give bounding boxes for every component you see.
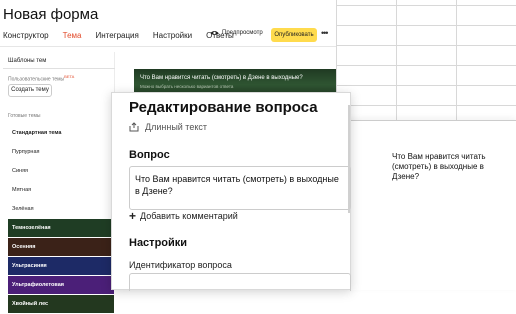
tab-constructor[interactable]: Конструктор — [3, 31, 49, 40]
spreadsheet-cell-question[interactable]: Что Вам нравится читать (смотреть) в вых… — [392, 152, 512, 182]
theme-item[interactable]: Пурпурная — [8, 143, 114, 161]
ready-themes-label: Готовые темы — [8, 113, 41, 119]
user-themes-text: Пользовательские темы — [8, 76, 65, 83]
dialog-scrollbar[interactable] — [348, 105, 350, 213]
dialog-title: Редактирование вопроса — [129, 99, 318, 116]
form-preview-hint: Можно выбрать несколько вариантов ответа — [140, 84, 234, 89]
user-themes-label: Пользовательские темыBETA — [8, 74, 74, 83]
question-edit-dialog: Редактирование вопроса Длинный текст Воп… — [111, 92, 351, 291]
theme-item[interactable]: Мятная — [8, 181, 114, 199]
theme-item[interactable]: Синяя — [8, 162, 114, 180]
add-comment-label: Добавить комментарий — [140, 211, 238, 221]
theme-item[interactable]: Хвойный лес — [8, 295, 114, 313]
eye-icon — [210, 31, 219, 35]
more-menu-button[interactable]: ••• — [321, 28, 329, 38]
question-text-input[interactable]: Что Вам нравится читать (смотреть) в вых… — [129, 166, 351, 210]
form-preview-question: Что Вам нравится читать (смотреть) в Дзе… — [140, 75, 303, 81]
question-id-input[interactable] — [129, 273, 351, 291]
theme-item[interactable]: Осенняя — [8, 238, 114, 256]
beta-badge: BETA — [64, 74, 75, 79]
tab-theme-label: Тема — [62, 31, 82, 40]
question-section-title: Вопрос — [129, 149, 170, 161]
theme-item[interactable]: Стандартная тема — [8, 124, 114, 142]
question-type-label: Длинный текст — [145, 122, 207, 132]
theme-item[interactable]: Темнозелёная — [8, 219, 114, 237]
create-theme-button[interactable]: Создать тему — [8, 84, 52, 97]
settings-section-title: Настройки — [129, 237, 188, 249]
panel-divider — [3, 68, 115, 69]
theme-item[interactable]: Зелёная — [8, 200, 114, 218]
publish-button[interactable]: Опубликовать — [271, 28, 317, 42]
theme-item[interactable]: Ультрафиолетовая — [8, 276, 114, 294]
tab-integration[interactable]: Интеграция — [95, 31, 138, 40]
theme-list: Стандартная тема Пурпурная Синяя Мятная Зелё… — [8, 124, 114, 314]
form-title[interactable]: Новая форма — [3, 6, 98, 23]
preview-label: Предпросмотр — [222, 30, 263, 36]
plus-icon: + — [129, 208, 137, 223]
themes-panel: Шаблоны тем Пользовательские темыBETA Со… — [3, 52, 115, 313]
tab-theme[interactable]: Тема — [63, 31, 82, 40]
question-id-label: Идентификатор вопроса — [129, 260, 232, 270]
header-divider — [0, 46, 336, 47]
upload-icon — [129, 122, 139, 132]
question-type[interactable]: Длинный текст — [129, 122, 207, 132]
spreadsheet-overlay-window — [346, 120, 516, 290]
add-comment-button[interactable]: + Добавить комментарий — [129, 208, 238, 223]
theme-item[interactable]: Ультрасиняя — [8, 257, 114, 275]
tab-theme-templates[interactable]: Шаблоны тем — [8, 58, 46, 64]
preview-button[interactable]: Предпросмотр — [210, 30, 263, 36]
tab-settings[interactable]: Настройки — [153, 31, 192, 40]
